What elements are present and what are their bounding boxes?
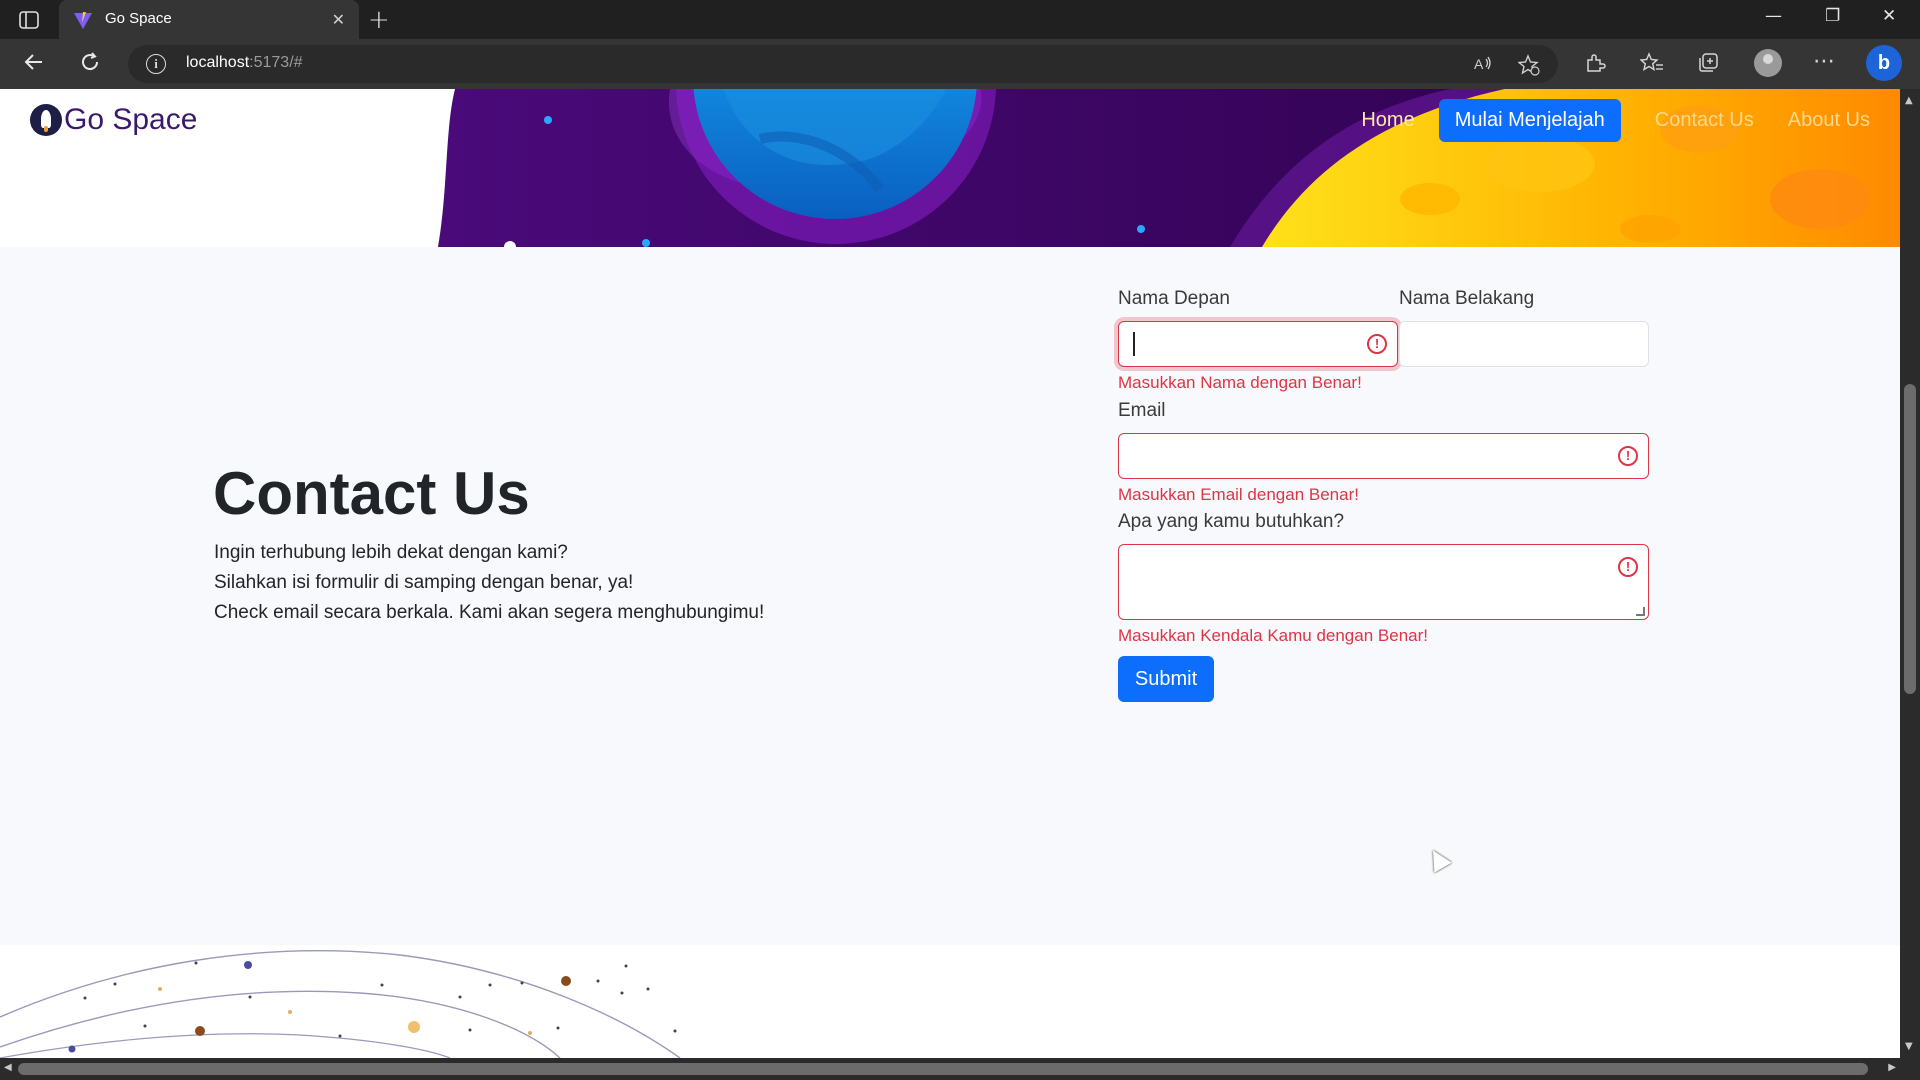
horizontal-scrollbar[interactable]: ◀ ▶ <box>0 1058 1900 1080</box>
main-nav: Home Mulai Menjelajah Contact Us About U… <box>1327 99 1870 142</box>
svg-text:A: A <box>1474 56 1484 72</box>
address-bar-row: i localhost:5173/# A ⋯ <box>0 39 1920 89</box>
error-icon: ! <box>1367 334 1387 354</box>
tab-actions-icon[interactable] <box>18 9 40 31</box>
brand-name: Go Space <box>64 103 198 136</box>
last-name-label: Nama Belakang <box>1399 288 1535 309</box>
last-name-input[interactable] <box>1399 321 1649 367</box>
text-caret <box>1133 332 1135 356</box>
email-input[interactable]: ! <box>1118 433 1649 479</box>
page-viewport: Go Space Home Mulai Menjelajah Contact U… <box>0 89 1900 1058</box>
contact-line-2: Silahkan isi formulir di samping dengan … <box>214 572 634 593</box>
brand-logo[interactable]: Go Space <box>30 103 197 137</box>
extensions-icon[interactable] <box>1584 52 1606 79</box>
scroll-right-icon[interactable]: ▶ <box>1888 1062 1896 1073</box>
back-icon[interactable] <box>22 50 46 80</box>
minimize-button[interactable]: — <box>1765 6 1782 26</box>
favorites-icon[interactable] <box>1639 52 1664 79</box>
read-aloud-icon[interactable]: A <box>1473 54 1495 79</box>
url-text: localhost:5173/# <box>186 54 303 71</box>
add-favorite-icon[interactable] <box>1517 54 1540 81</box>
copilot-icon[interactable]: b <box>1866 45 1902 81</box>
vertical-scroll-thumb[interactable] <box>1904 384 1916 694</box>
email-label: Email <box>1118 400 1166 421</box>
error-icon: ! <box>1618 557 1638 577</box>
mulai-menjelajah-button[interactable]: Mulai Menjelajah <box>1438 99 1621 142</box>
address-bar[interactable]: i localhost:5173/# A <box>128 45 1558 83</box>
contact-line-1: Ingin terhubung lebih dekat dengan kami? <box>214 542 568 563</box>
scroll-left-icon[interactable]: ◀ <box>4 1062 12 1073</box>
scroll-up-icon[interactable]: ▲ <box>1905 95 1913 106</box>
tab-close-icon[interactable]: ✕ <box>332 10 345 29</box>
error-icon: ! <box>1618 446 1638 466</box>
submit-button[interactable]: Submit <box>1118 656 1214 702</box>
refresh-icon[interactable] <box>78 50 102 80</box>
contact-title: Contact Us <box>213 460 530 527</box>
need-textarea[interactable]: ! <box>1118 544 1649 620</box>
horizontal-scroll-thumb[interactable] <box>18 1063 1868 1075</box>
scrollbar-corner <box>1900 1058 1920 1080</box>
need-error: Masukkan Kendala Kamu dengan Benar! <box>1118 626 1428 645</box>
window-close-button[interactable]: ✕ <box>1882 6 1896 26</box>
nav-about-link[interactable]: About Us <box>1788 109 1870 132</box>
scroll-down-icon[interactable]: ▼ <box>1905 1041 1913 1052</box>
hero-banner: Go Space Home Mulai Menjelajah Contact U… <box>0 89 1900 247</box>
nav-home-link[interactable]: Home <box>1361 109 1414 132</box>
first-name-label: Nama Depan <box>1118 288 1230 309</box>
contact-description: Ingin terhubung lebih dekat dengan kami?… <box>214 538 764 628</box>
site-info-icon[interactable]: i <box>146 54 166 74</box>
orbit-decoration <box>0 945 1900 1058</box>
first-name-error: Masukkan Nama dengan Benar! <box>1118 373 1362 392</box>
email-error: Masukkan Email dengan Benar! <box>1118 485 1359 504</box>
collections-icon[interactable] <box>1697 52 1719 79</box>
browser-tab-bar: Go Space ✕ + — ❐ ✕ <box>0 0 1920 39</box>
nav-contact-link[interactable]: Contact Us <box>1655 109 1754 132</box>
contact-line-3: Check email secara berkala. Kami akan se… <box>214 602 765 623</box>
restore-button[interactable]: ❐ <box>1825 6 1840 26</box>
profile-icon[interactable] <box>1754 49 1782 77</box>
browser-tab[interactable]: Go Space ✕ <box>59 0 359 39</box>
orbit-illustration <box>0 949 681 1058</box>
need-label: Apa yang kamu butuhkan? <box>1118 511 1345 532</box>
vite-favicon-icon <box>73 10 93 30</box>
more-icon[interactable]: ⋯ <box>1813 49 1835 74</box>
vertical-scrollbar[interactable]: ▲ ▼ <box>1900 89 1920 1058</box>
first-name-input[interactable]: ! <box>1118 321 1398 367</box>
new-tab-button[interactable]: + <box>368 5 390 35</box>
tab-title: Go Space <box>105 10 172 27</box>
resize-handle-icon[interactable] <box>1636 607 1645 616</box>
rocket-logo-icon <box>30 104 62 136</box>
contact-section: Contact Us Ingin terhubung lebih dekat d… <box>0 247 1900 945</box>
